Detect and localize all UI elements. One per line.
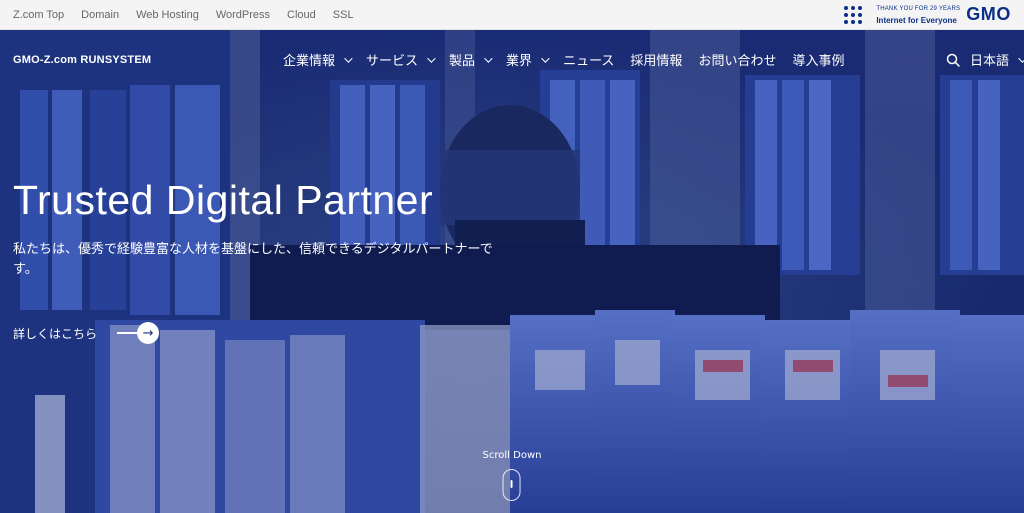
chevron-down-icon bbox=[484, 53, 493, 63]
site-logo[interactable]: GMO-Z.com RUNSYSTEM bbox=[13, 54, 151, 66]
nav-utilities: 日本語 bbox=[946, 50, 1024, 69]
hero-subtitle: 私たちは、優秀で経験豊富な人材を基盤にした、信頼できるデジタルパートナーです。 bbox=[13, 242, 493, 277]
nav-item-label: ニュース bbox=[563, 54, 615, 69]
hero-title: Trusted Digital Partner bbox=[13, 177, 434, 223]
scroll-down-indicator[interactable]: Scroll Down bbox=[482, 450, 542, 501]
group-topbar: Z.com Top Domain Web Hosting WordPress C… bbox=[0, 0, 1024, 30]
nav-item-careers[interactable]: 採用情報 bbox=[630, 50, 682, 69]
chevron-down-icon bbox=[541, 53, 550, 63]
nav-menu: 企業情報 サービス 製品 業界 ニュース 採用情報 お問い合わせ 導入事例 bbox=[283, 50, 844, 69]
nav-item-label: 導入事例 bbox=[792, 54, 845, 69]
learn-more-link[interactable]: 詳しくはこちら → bbox=[13, 322, 160, 344]
nav-item-contact[interactable]: お問い合わせ bbox=[698, 50, 776, 69]
gmo-tagline: THANK YOU FOR 29 YEARS Internet for Ever… bbox=[876, 4, 960, 26]
nav-item-label: 企業情報 bbox=[283, 54, 336, 69]
search-icon[interactable] bbox=[946, 53, 960, 67]
scroll-down-label: Scroll Down bbox=[482, 450, 542, 461]
group-links: Z.com Top Domain Web Hosting WordPress C… bbox=[0, 9, 354, 21]
hero-section: GMO-Z.com RUNSYSTEM 企業情報 サービス 製品 業界 ニュース bbox=[0, 30, 1024, 513]
chevron-down-icon bbox=[344, 53, 353, 63]
nav-item-company[interactable]: 企業情報 bbox=[283, 50, 353, 69]
gmo-tagline-slogan: Internet for Everyone bbox=[876, 15, 957, 25]
group-link-wordpress[interactable]: WordPress bbox=[216, 9, 270, 21]
chevron-down-icon bbox=[1018, 53, 1024, 63]
group-link-zcom-top[interactable]: Z.com Top bbox=[13, 9, 64, 21]
nav-item-case-studies[interactable]: 導入事例 bbox=[792, 50, 844, 69]
nav-item-label: 採用情報 bbox=[630, 54, 683, 69]
nav-item-label: サービス bbox=[366, 54, 419, 69]
nav-item-services[interactable]: サービス bbox=[366, 50, 436, 69]
chevron-down-icon bbox=[427, 53, 436, 63]
nav-item-label: 業界 bbox=[506, 54, 533, 69]
mouse-icon bbox=[503, 469, 521, 501]
main-navigation: GMO-Z.com RUNSYSTEM 企業情報 サービス 製品 業界 ニュース bbox=[0, 30, 1024, 88]
group-link-web-hosting[interactable]: Web Hosting bbox=[136, 9, 199, 21]
nav-item-label: お問い合わせ bbox=[698, 54, 777, 69]
group-link-ssl[interactable]: SSL bbox=[333, 9, 354, 21]
group-link-domain[interactable]: Domain bbox=[81, 9, 119, 21]
nav-item-news[interactable]: ニュース bbox=[563, 50, 614, 69]
learn-more-label: 詳しくはこちら bbox=[13, 326, 98, 341]
language-selector[interactable]: 日本語 bbox=[970, 50, 1024, 69]
gmo-tagline-years: THANK YOU FOR 29 YEARS bbox=[876, 5, 961, 12]
nav-item-label: 製品 bbox=[449, 54, 476, 69]
gmo-logo[interactable]: GMO bbox=[966, 4, 1011, 25]
nav-item-products[interactable]: 製品 bbox=[449, 50, 493, 69]
nav-item-industries[interactable]: 業界 bbox=[506, 50, 550, 69]
gmo-group-area: THANK YOU FOR 29 YEARS Internet for Ever… bbox=[844, 4, 1024, 26]
arrow-right-icon: → bbox=[117, 322, 160, 344]
group-link-cloud[interactable]: Cloud bbox=[287, 9, 316, 21]
group-menu-grid-icon[interactable] bbox=[844, 5, 863, 24]
language-label: 日本語 bbox=[970, 54, 1010, 69]
